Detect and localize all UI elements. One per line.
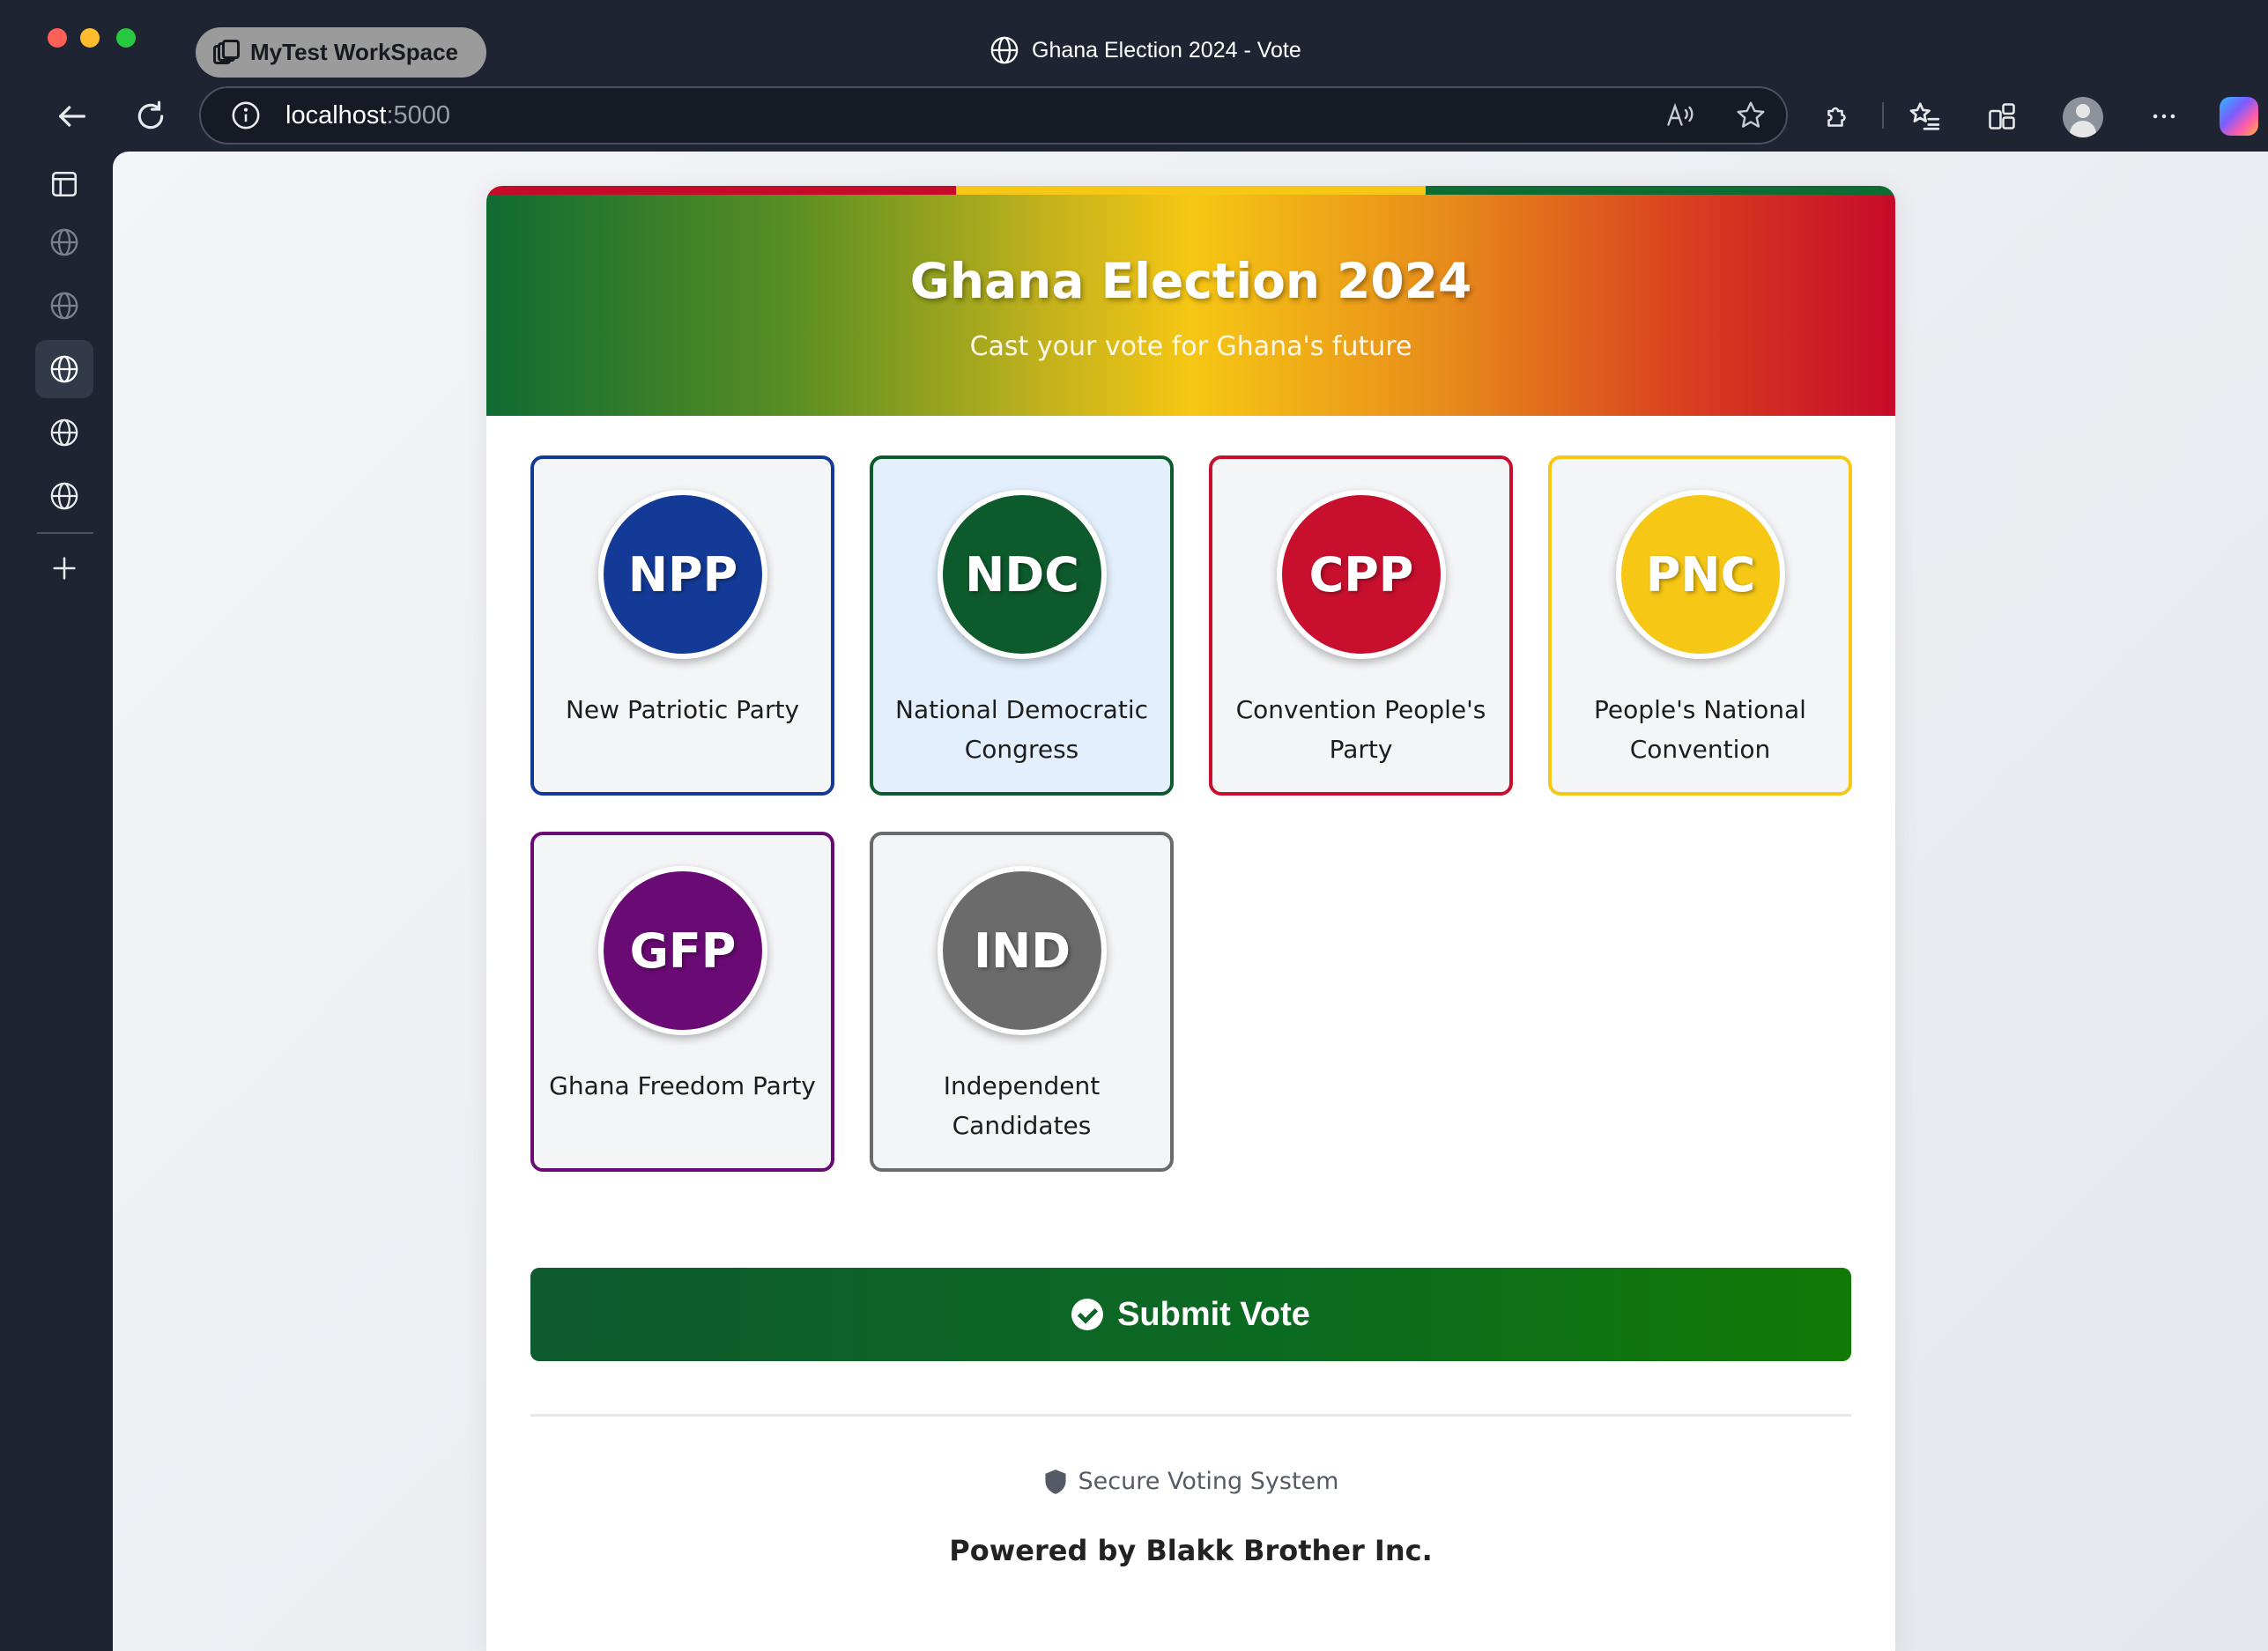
flag-stripe-green <box>1426 186 1895 195</box>
shield-icon <box>1045 1469 1066 1494</box>
globe-icon <box>50 482 78 510</box>
party-card-ind[interactable]: IND Independent Candidates <box>870 832 1174 1172</box>
workspace-button[interactable]: MyTest WorkSpace <box>196 27 486 78</box>
party-name: Independent Candidates <box>943 1071 1101 1140</box>
party-logo: NDC <box>938 490 1107 659</box>
reload-icon <box>137 100 164 130</box>
page-title: Ghana Election 2024 <box>909 253 1472 309</box>
party-logo: NPP <box>598 490 767 659</box>
tab-panel-icon <box>51 171 78 197</box>
more-menu-button[interactable] <box>2141 93 2187 139</box>
toolbar-divider <box>1882 102 1884 129</box>
profile-avatar[interactable] <box>2063 97 2103 137</box>
party-card-pnc[interactable]: PNC People's National Convention <box>1548 455 1852 796</box>
active-tab[interactable]: Ghana Election 2024 - Vote <box>989 35 1301 65</box>
sidebar-divider <box>37 532 93 534</box>
party-card-cpp[interactable]: CPP Convention People's Party <box>1209 455 1513 796</box>
party-card-npp[interactable]: NPP New Patriotic Party <box>530 455 834 796</box>
voting-card: Ghana Election 2024 Cast your vote for G… <box>486 186 1895 1651</box>
workspace-label: MyTest WorkSpace <box>250 39 459 65</box>
page-viewport: Ghana Election 2024 Cast your vote for G… <box>113 152 2268 1651</box>
read-aloud-icon[interactable] <box>1664 100 1696 131</box>
maximize-window-button[interactable] <box>116 28 136 48</box>
secure-notice: Secure Voting System <box>486 1468 1895 1495</box>
party-name: Convention People's Party <box>1235 695 1486 764</box>
collections-icon <box>1989 103 2015 130</box>
reload-button[interactable] <box>128 93 174 139</box>
party-card-ndc[interactable]: NDC National Democratic Congress <box>870 455 1174 796</box>
close-window-button[interactable] <box>48 28 67 48</box>
puzzle-icon <box>1827 107 1846 127</box>
copilot-icon[interactable] <box>2220 97 2258 136</box>
vertical-tabs-sidebar <box>0 152 113 1651</box>
new-tab-button[interactable] <box>35 539 93 597</box>
window-titlebar: MyTest WorkSpace Ghana Election 2024 - V… <box>0 0 2268 81</box>
collections-button[interactable] <box>1979 93 2025 139</box>
submit-vote-button[interactable]: Submit Vote <box>530 1268 1851 1361</box>
flag-stripe-gold <box>956 186 1426 195</box>
plus-icon <box>53 557 76 580</box>
sidebar-tab-1[interactable] <box>35 213 93 271</box>
election-header: Ghana Election 2024 Cast your vote for G… <box>486 195 1895 416</box>
back-button[interactable] <box>49 93 95 139</box>
favorites-list-icon <box>1909 102 1940 130</box>
page-subtitle: Cast your vote for Ghana's future <box>969 331 1412 362</box>
globe-icon <box>50 355 78 383</box>
tab-actions-button[interactable] <box>35 155 93 213</box>
party-name: New Patriotic Party <box>565 695 800 724</box>
flag-stripe <box>486 186 1895 195</box>
more-dots-icon <box>2153 114 2175 119</box>
favorite-star-icon[interactable] <box>1735 100 1767 131</box>
globe-icon <box>989 35 1019 65</box>
party-name: National Democratic Congress <box>895 695 1148 764</box>
url-text[interactable]: localhost:5000 <box>285 101 450 130</box>
sidebar-tab-2[interactable] <box>35 277 93 335</box>
globe-icon <box>50 228 78 256</box>
favorites-button[interactable] <box>1901 93 1947 139</box>
party-name: Ghana Freedom Party <box>549 1071 816 1100</box>
party-logo: IND <box>938 866 1107 1035</box>
globe-icon <box>50 292 78 320</box>
url-host: localhost <box>285 100 387 130</box>
workspaces-icon <box>213 39 240 66</box>
url-port: :5000 <box>386 100 451 130</box>
site-info-icon[interactable] <box>231 100 261 130</box>
flag-stripe-red <box>486 186 956 195</box>
party-name: People's National Convention <box>1594 695 1806 764</box>
address-bar[interactable]: localhost:5000 <box>199 86 1788 144</box>
party-card-gfp[interactable]: GFP Ghana Freedom Party <box>530 832 834 1172</box>
sidebar-tab-5[interactable] <box>35 467 93 525</box>
globe-icon <box>50 418 78 447</box>
tab-title-text: Ghana Election 2024 - Vote <box>1032 37 1301 63</box>
party-logo: GFP <box>598 866 767 1035</box>
party-logo: CPP <box>1277 490 1446 659</box>
submit-vote-label: Submit Vote <box>1117 1295 1310 1333</box>
minimize-window-button[interactable] <box>80 28 100 48</box>
footer-divider <box>530 1414 1851 1417</box>
extensions-button[interactable] <box>1815 93 1861 139</box>
back-arrow-icon <box>59 106 86 127</box>
sidebar-tab-4[interactable] <box>35 403 93 462</box>
check-circle-icon <box>1071 1299 1104 1330</box>
sidebar-tab-active[interactable] <box>35 340 93 398</box>
powered-by: Powered by Blakk Brother Inc. <box>949 1534 1433 1567</box>
secure-text: Secure Voting System <box>1078 1468 1339 1495</box>
party-logo: PNC <box>1616 490 1785 659</box>
